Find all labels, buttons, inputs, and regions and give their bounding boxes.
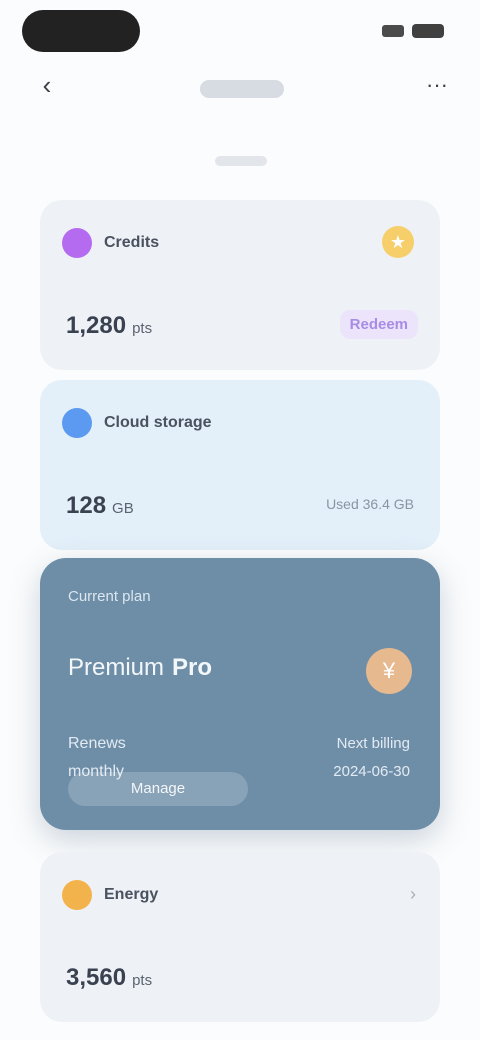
credits-value: 1,280 pts	[66, 312, 152, 340]
credits-title: Credits	[104, 234, 160, 251]
more-icon[interactable]: ···	[422, 74, 452, 96]
storage-meta: Used 36.4 GB	[326, 496, 414, 512]
storage-icon	[62, 408, 92, 438]
storage-number: 128	[66, 492, 107, 519]
energy-card[interactable]: Energy › 3,560 pts	[40, 852, 440, 1022]
credits-unit: pts	[132, 320, 153, 337]
plan-tier: Pro	[172, 654, 213, 681]
signal-icon	[382, 25, 404, 37]
nav-bar: ‹ ···	[0, 62, 480, 112]
credits-card[interactable]: Credits ★ 1,280 pts Redeem	[40, 200, 440, 370]
energy-value: 3,560 pts	[66, 964, 152, 992]
system-icons	[382, 22, 444, 40]
storage-value: 128 GB	[66, 492, 134, 520]
plan-right-line-2: 2024-06-30	[333, 763, 410, 780]
chevron-right-icon: ›	[410, 884, 416, 904]
section-hint	[215, 156, 267, 166]
storage-card[interactable]: Cloud storage 128 GB Used 36.4 GB	[40, 380, 440, 550]
energy-unit: pts	[132, 972, 153, 989]
plan-left-line-1: Renews	[68, 735, 126, 752]
plan-label: Current plan	[68, 588, 151, 605]
back-icon[interactable]: ‹	[34, 72, 60, 98]
plan-right-line-1: Next billing	[336, 735, 410, 752]
storage-unit: GB	[112, 500, 134, 517]
credits-icon	[62, 228, 92, 258]
storage-title: Cloud storage	[104, 414, 212, 431]
plan-name: Premium Pro	[68, 654, 212, 682]
plan-right-info: Next billing 2024-06-30	[333, 730, 410, 786]
manage-plan-button[interactable]: Manage	[68, 772, 248, 806]
plan-prefix: Premium	[68, 654, 165, 681]
coin-icon: ¥	[366, 648, 412, 694]
energy-title: Energy	[104, 886, 159, 903]
energy-icon	[62, 880, 92, 910]
page-title	[200, 80, 284, 98]
energy-number: 3,560	[66, 964, 127, 991]
dynamic-island	[22, 10, 140, 52]
plan-card[interactable]: Current plan Premium Pro ¥ Renews monthly…	[40, 558, 440, 830]
star-badge-icon: ★	[382, 226, 414, 258]
redeem-button[interactable]: Redeem	[339, 310, 418, 339]
status-bar	[0, 0, 480, 64]
credits-number: 1,280	[66, 312, 127, 339]
battery-icon	[412, 24, 444, 38]
